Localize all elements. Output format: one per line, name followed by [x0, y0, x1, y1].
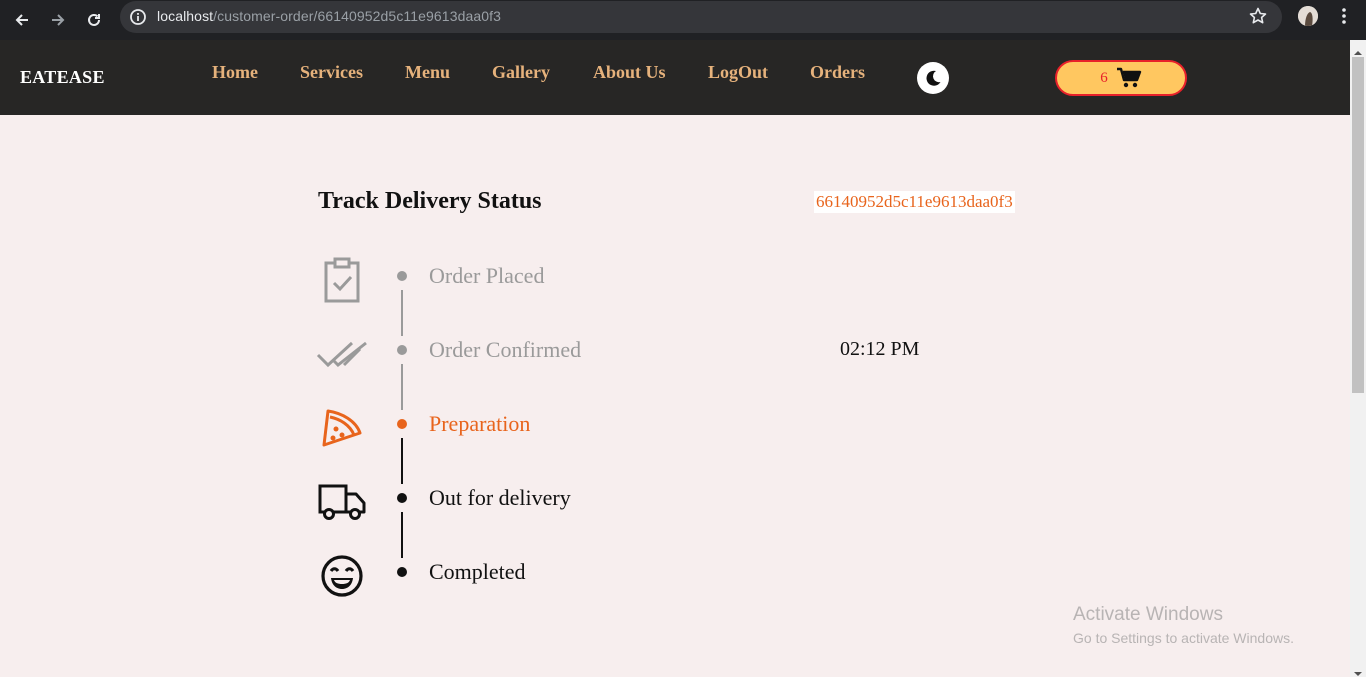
cart-icon [1116, 67, 1141, 88]
step-connector [401, 364, 403, 410]
status-completed: Completed [429, 559, 526, 584]
nav-logout[interactable]: LogOut [708, 62, 768, 83]
double-check-icon [316, 330, 368, 378]
clipboard-check-icon [316, 256, 368, 304]
address-bar[interactable]: localhost/customer-order/66140952d5c11e9… [120, 1, 1282, 33]
nav-gallery[interactable]: Gallery [492, 62, 550, 83]
cart-count: 6 [1100, 69, 1108, 86]
step-dot-completed [397, 567, 407, 577]
nav-services[interactable]: Services [300, 62, 363, 83]
status-out-for-delivery: Out for delivery [429, 485, 571, 510]
reload-icon[interactable] [80, 6, 108, 34]
status-order-placed: Order Placed [429, 263, 545, 288]
site-info-icon[interactable] [128, 7, 148, 27]
nav-orders[interactable]: Orders [810, 62, 865, 83]
windows-watermark-subtitle: Go to Settings to activate Windows. [1073, 630, 1294, 646]
moon-icon [926, 70, 941, 86]
back-icon[interactable] [8, 6, 36, 34]
brand-logo[interactable]: EATEASE [20, 67, 105, 88]
step-connector [401, 290, 403, 336]
nav-home[interactable]: Home [212, 62, 258, 83]
step-connector [401, 512, 403, 558]
page-title: Track Delivery Status [318, 188, 542, 214]
scroll-up-icon[interactable] [1353, 44, 1363, 55]
windows-watermark-title: Activate Windows [1073, 604, 1223, 625]
status-preparation: Preparation [429, 411, 531, 436]
browser-menu-icon[interactable] [1334, 6, 1354, 26]
step-dot-order-confirmed [397, 345, 407, 355]
nav-about-us[interactable]: About Us [593, 62, 666, 83]
step-dot-preparation [397, 419, 407, 429]
pizza-icon [316, 404, 368, 452]
site-navbar: EATEASE Home Services Menu Gallery About… [0, 40, 1350, 115]
step-dot-order-placed [397, 271, 407, 281]
scroll-down-icon[interactable] [1353, 665, 1363, 676]
order-id: 66140952d5c11e9613daa0f3 [814, 191, 1015, 213]
nav-menu[interactable]: Menu [405, 62, 450, 83]
browser-toolbar: localhost/customer-order/66140952d5c11e9… [0, 0, 1366, 40]
url-text: localhost/customer-order/66140952d5c11e9… [157, 8, 501, 24]
cart-button[interactable]: 6 [1055, 60, 1187, 96]
bookmark-star-icon[interactable] [1248, 6, 1268, 26]
dark-mode-toggle[interactable] [917, 62, 949, 94]
step-dot-out-for-delivery [397, 493, 407, 503]
status-order-confirmed: Order Confirmed [429, 337, 582, 362]
truck-icon [316, 478, 368, 526]
forward-icon[interactable] [44, 6, 72, 34]
status-time: 02:12 PM [840, 338, 920, 360]
scrollbar-thumb[interactable] [1352, 57, 1364, 393]
profile-avatar[interactable] [1298, 6, 1318, 26]
step-connector [401, 438, 403, 484]
smile-icon [316, 552, 368, 600]
